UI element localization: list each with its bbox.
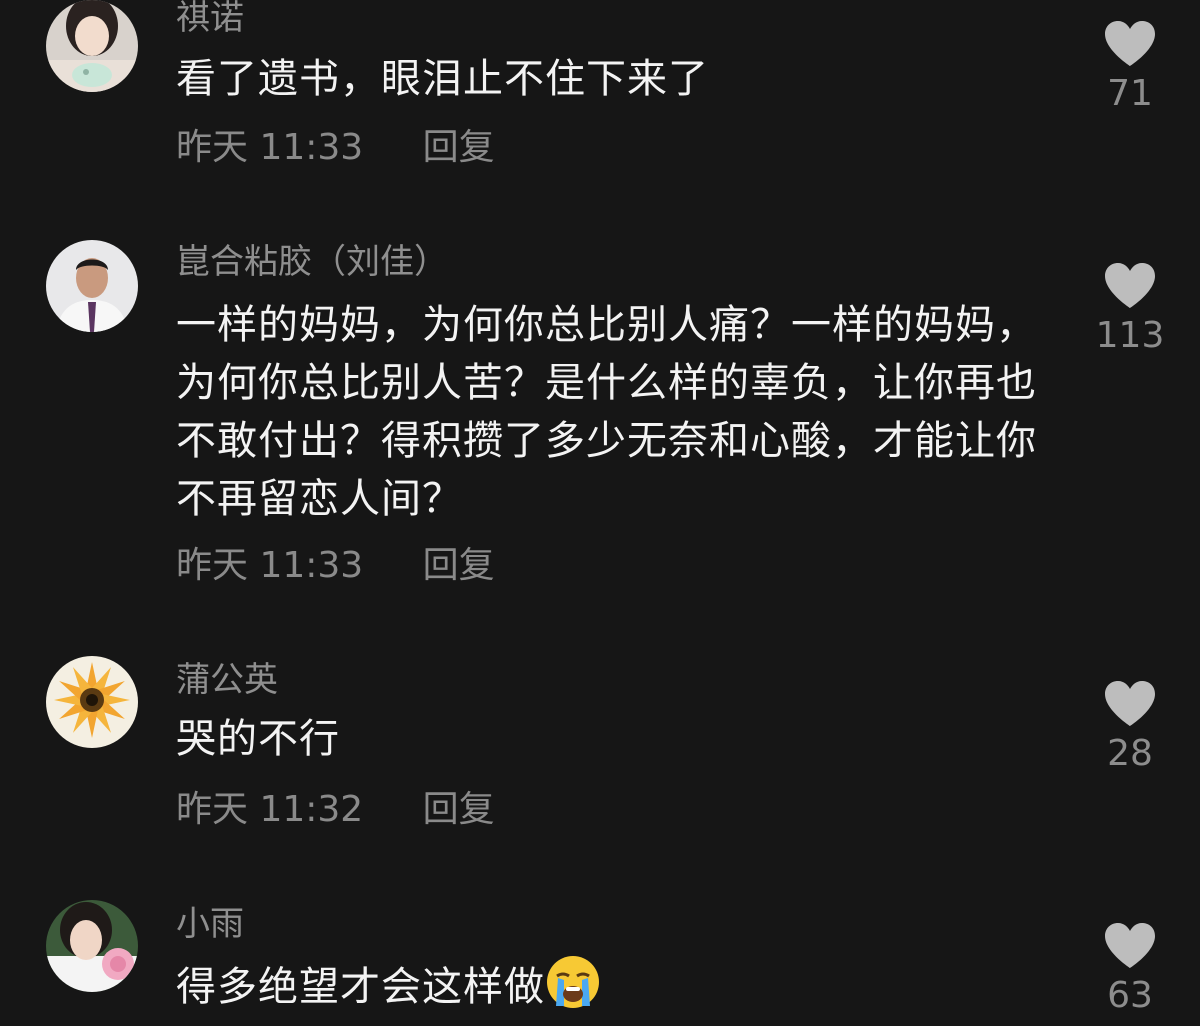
like-count: 63 [1107,975,1153,1016]
comment-text: 哭的不行 [176,716,340,762]
comment-time: 昨天 11:33 [176,545,364,586]
avatar[interactable] [46,900,138,992]
avatar[interactable] [46,656,138,748]
heart-icon [1105,923,1155,968]
reply-button[interactable]: 回复 [423,788,495,832]
comment-username[interactable]: 小雨 [176,904,244,944]
heart-icon [1105,21,1155,66]
reply-button[interactable]: 回复 [423,126,495,170]
comment-text: 一样的妈妈，为何你总比别人痛？一样的妈妈，为何你总比别人苦？是什么样的辜负，让你… [176,302,1037,522]
like-button[interactable]: 28 [1090,680,1170,774]
comment-meta: 昨天 11:33 回复 [176,544,495,588]
avatar[interactable] [46,0,138,92]
comment-time: 昨天 11:32 [176,789,364,830]
avatar[interactable] [46,240,138,332]
crying-face-emoji [545,954,601,1026]
comment-meta: 昨天 11:32 回复 [176,788,495,832]
like-count: 28 [1107,733,1153,774]
comment-text-content: 得多绝望才会这样做 [176,964,545,1010]
like-button[interactable]: 63 [1090,922,1170,1016]
comment-username[interactable]: 崑合粘胶（刘佳） [176,242,448,282]
comment-username[interactable]: 祺诺 [176,0,244,38]
comment-text: 得多绝望才会这样做 [176,954,1056,1026]
comment-text: 看了遗书，眼泪止不住下来了 [176,56,709,102]
comment-username[interactable]: 蒲公英 [176,660,278,700]
like-button[interactable]: 113 [1090,262,1170,356]
like-button[interactable]: 71 [1090,20,1170,114]
comment-time: 昨天 11:33 [176,127,364,168]
like-count: 71 [1107,73,1153,114]
heart-icon [1105,263,1155,308]
comment-meta: 昨天 11:33 回复 [176,126,495,170]
like-count: 113 [1095,315,1165,356]
reply-button[interactable]: 回复 [423,544,495,588]
heart-icon [1105,681,1155,726]
